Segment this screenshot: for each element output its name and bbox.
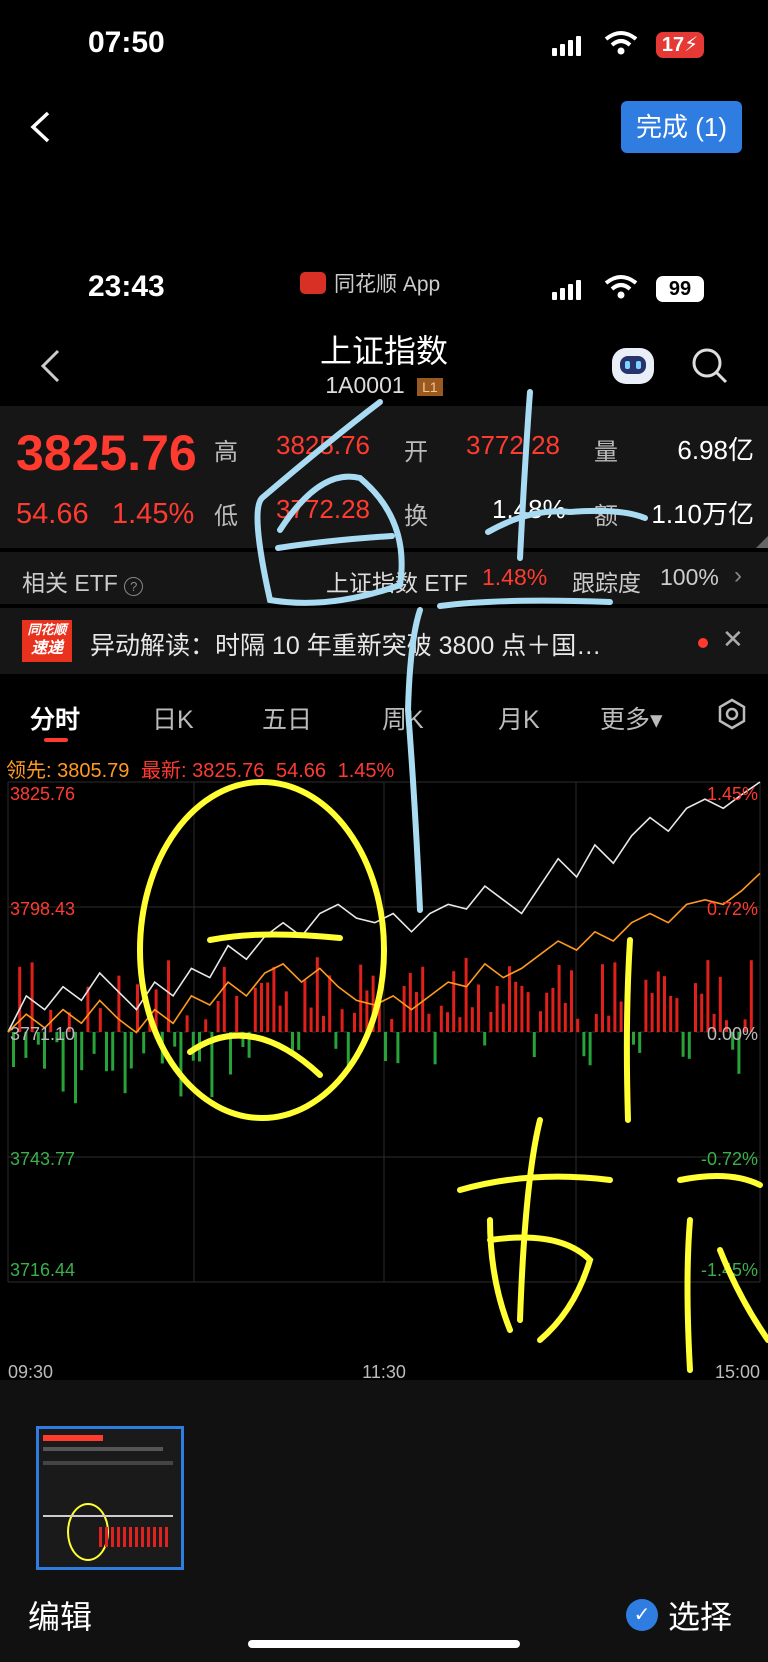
back-icon[interactable] [28, 110, 52, 144]
bottom-panel: 编辑 ✓ 选择 [0, 1380, 768, 1662]
outer-battery: 17⚡ [656, 32, 704, 58]
cellular-signal-icon [552, 32, 581, 56]
wifi-icon [604, 31, 638, 55]
inner-cellular-icon [552, 276, 581, 300]
app-icon [300, 272, 326, 294]
thumbnail[interactable] [36, 1426, 184, 1570]
battery-level: 17 [661, 34, 685, 56]
select-button[interactable]: ✓ 选择 [626, 1592, 732, 1638]
checkmark-circle-icon: ✓ [626, 1599, 658, 1631]
handwritten-annotations [137, 389, 768, 1373]
inner-battery: 99 [656, 276, 704, 302]
home-indicator[interactable] [248, 1640, 520, 1648]
done-button[interactable]: 完成 (1) [621, 101, 742, 153]
outer-status-time: 07:50 [88, 26, 165, 59]
edit-button[interactable]: 编辑 [28, 1592, 92, 1638]
app-name: 同花顺 App [334, 273, 441, 296]
app-indicator: 同花顺 App [300, 268, 440, 298]
inner-status-time: 23:43 [88, 270, 165, 303]
select-label: 选择 [668, 1599, 733, 1635]
robot-assistant-icon[interactable] [612, 348, 654, 384]
inner-wifi-icon [604, 275, 638, 299]
